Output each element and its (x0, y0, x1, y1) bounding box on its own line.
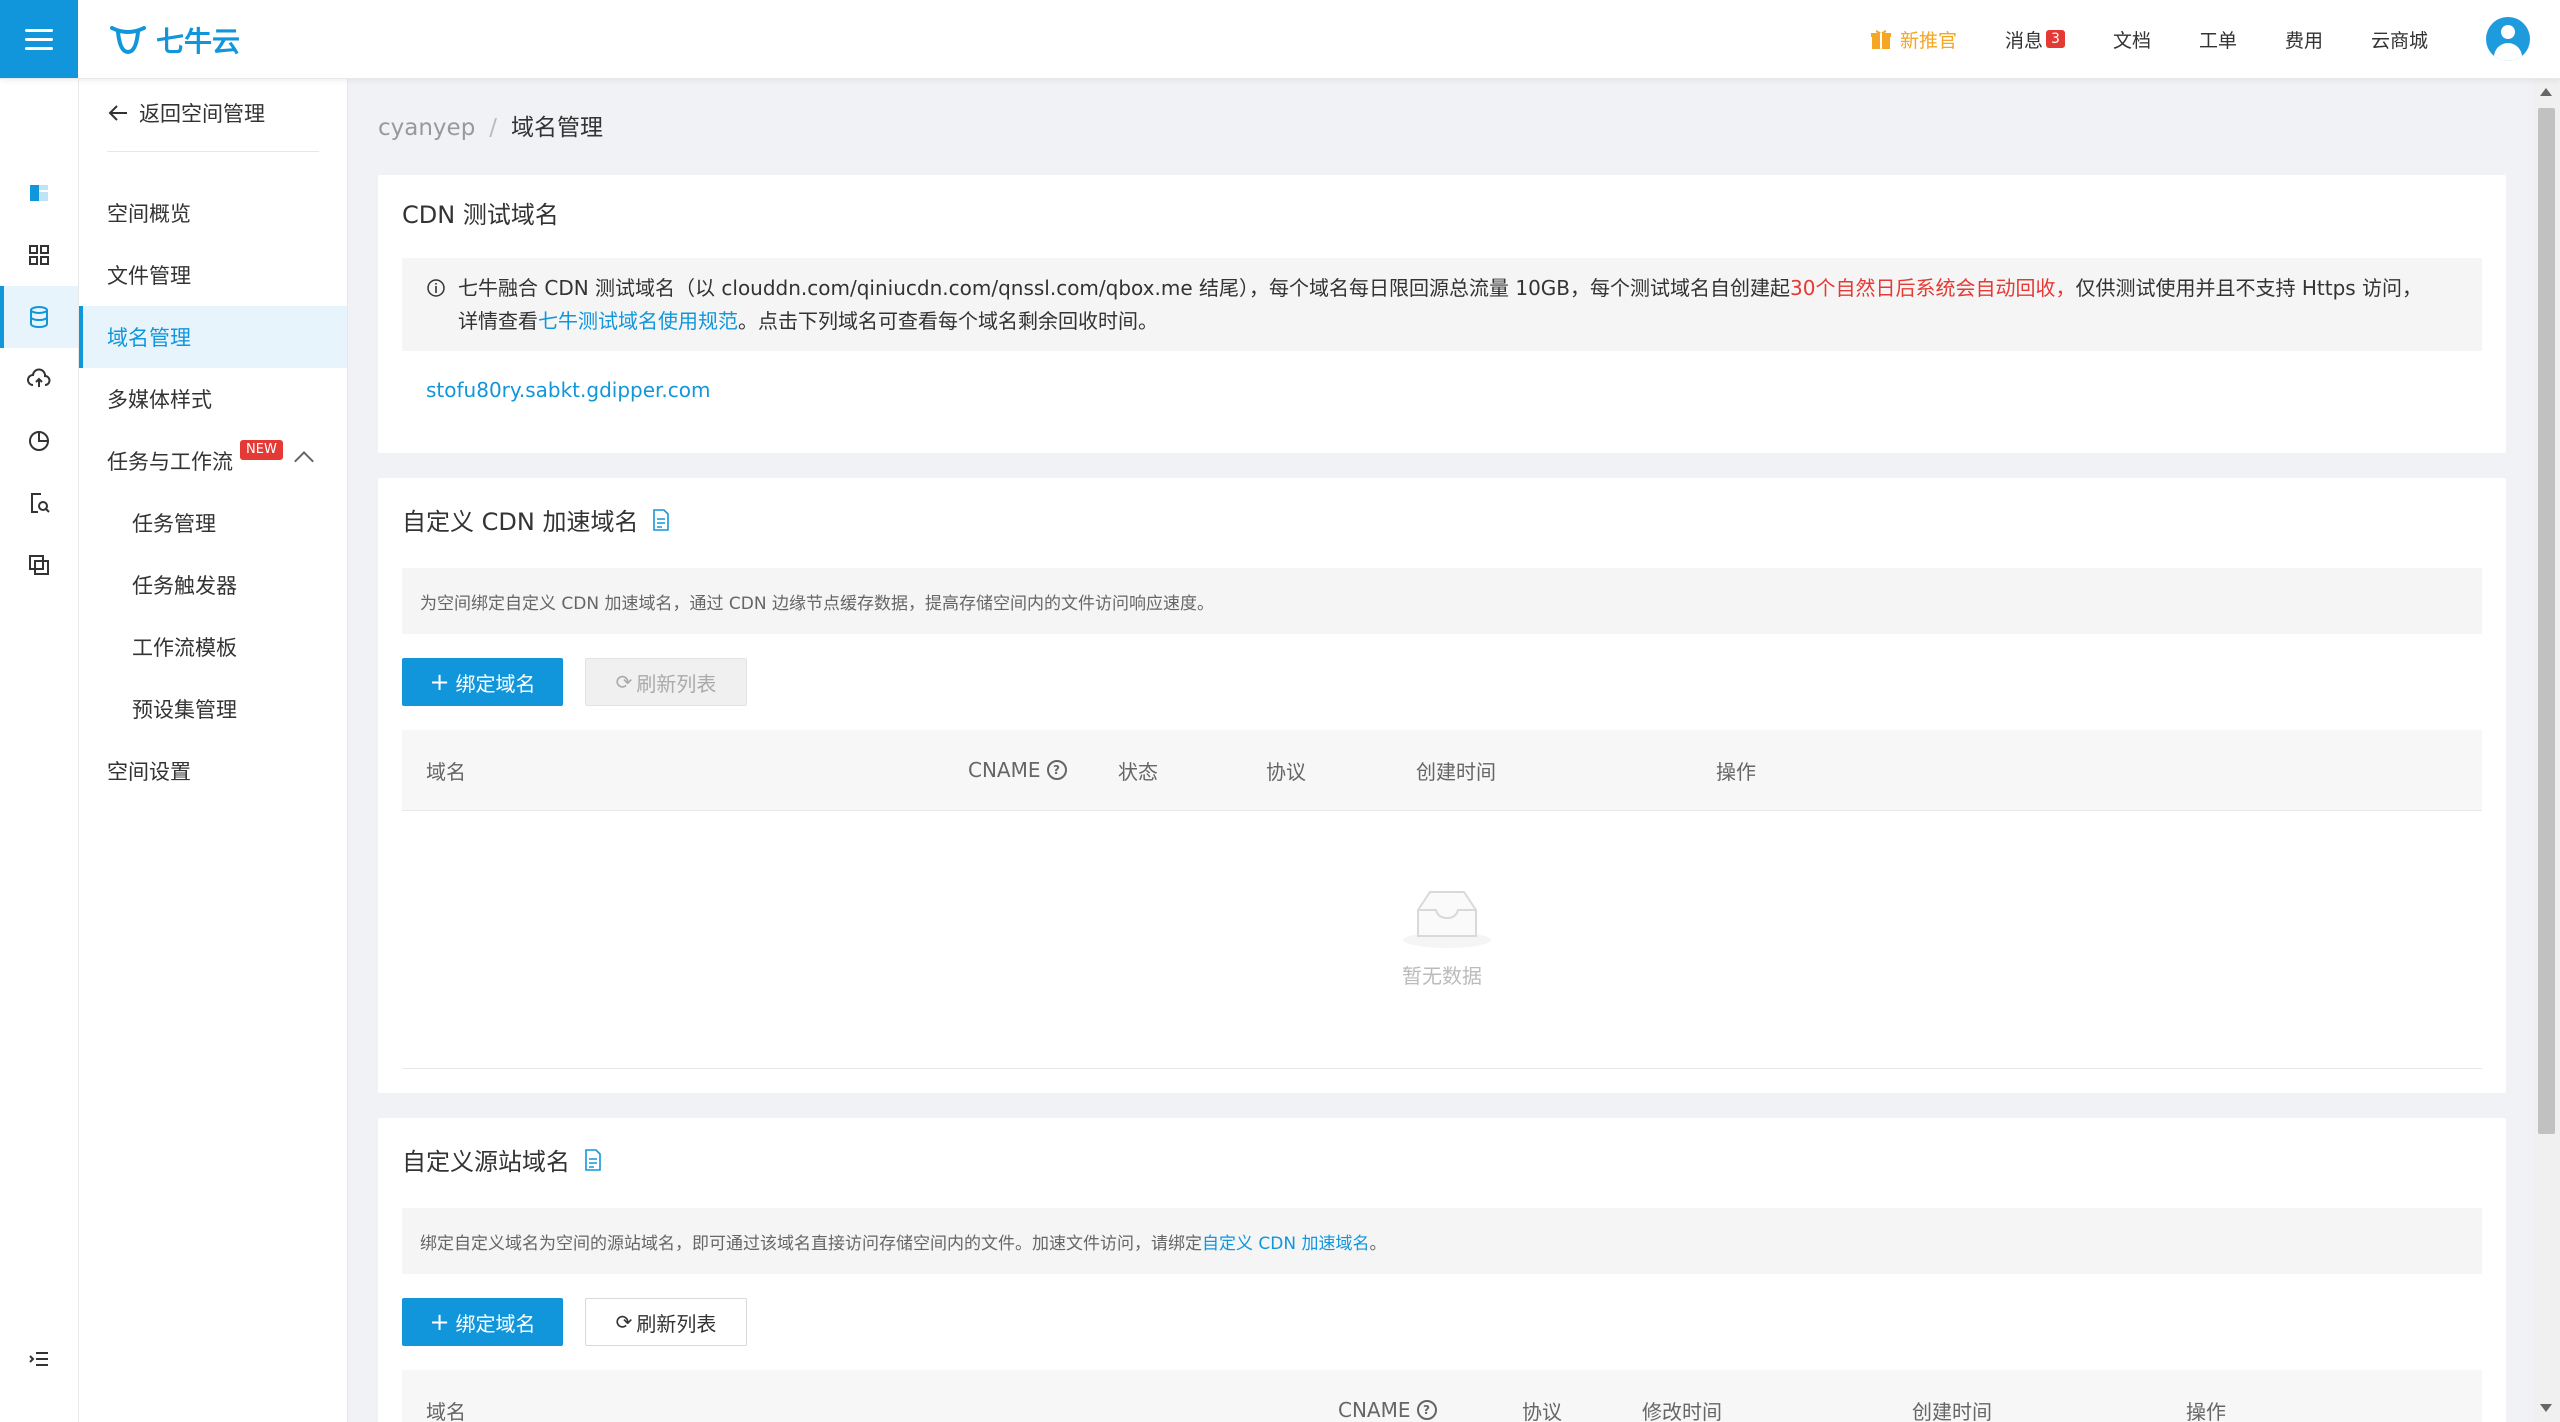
icon-rail (0, 78, 79, 1422)
storage-icon[interactable] (0, 162, 78, 224)
refresh-source-list-button[interactable]: ⟳ 刷新列表 (585, 1298, 747, 1346)
menu-item-preset-management[interactable]: 预设集管理 (79, 678, 347, 740)
menu-item-file-management[interactable]: 文件管理 (79, 244, 347, 306)
message-count-badge: 3 (2046, 30, 2065, 48)
test-domain-notice: 七牛融合 CDN 测试域名（以 clouddn.com/qiniucdn.com… (402, 258, 2482, 351)
gift-icon (1870, 30, 1891, 49)
new-badge: NEW (240, 440, 283, 460)
nav-tickets[interactable]: 工单 (2199, 26, 2237, 53)
top-header: 七牛云 新推官 消息 3 文档 工单 费用 云商城 (0, 0, 2560, 79)
col-protocol: 协议 (1266, 759, 1306, 784)
logo-text: 七牛云 (156, 25, 241, 58)
cloud-upload-icon[interactable] (0, 348, 78, 410)
space-submenu: 返回空间管理 空间概览 文件管理 域名管理 多媒体样式 任务与工作流 NEW 任… (79, 78, 348, 1422)
col-cname: CNAME? (968, 730, 1067, 810)
pie-chart-icon[interactable] (0, 410, 78, 472)
bind-domain-button[interactable]: + 绑定域名 (402, 658, 563, 706)
menu-item-task-triggers[interactable]: 任务触发器 (79, 554, 347, 616)
scroll-up-arrow-icon[interactable] (2540, 88, 2552, 96)
scrollbar-thumb[interactable] (2538, 108, 2555, 1134)
document-icon[interactable] (652, 508, 670, 531)
bind-source-domain-button[interactable]: + 绑定域名 (402, 1298, 563, 1346)
file-search-icon[interactable] (0, 472, 78, 534)
vertical-scrollbar[interactable] (2533, 78, 2560, 1422)
menu-item-media-styles[interactable]: 多媒体样式 (79, 368, 347, 430)
card-title: CDN 测试域名 (402, 201, 559, 229)
empty-text: 暂无数据 (1402, 964, 1482, 988)
menu-item-space-settings[interactable]: 空间设置 (79, 740, 347, 802)
database-icon[interactable] (0, 286, 78, 348)
menu-item-domain-management[interactable]: 域名管理 (79, 306, 347, 368)
nav-marketplace[interactable]: 云商城 (2371, 26, 2428, 53)
avatar[interactable] (2486, 17, 2530, 61)
back-to-space-management[interactable]: 返回空间管理 (107, 98, 265, 128)
divider (107, 151, 319, 152)
menu-item-task-management[interactable]: 任务管理 (79, 492, 347, 554)
col-protocol: 协议 (1522, 1399, 1562, 1422)
refresh-icon: ⟳ (615, 670, 633, 694)
menu-item-tasks-workflows[interactable]: 任务与工作流 NEW (79, 430, 347, 492)
nav-docs[interactable]: 文档 (2113, 26, 2151, 53)
menu-item-workflow-templates[interactable]: 工作流模板 (79, 616, 347, 678)
col-actions: 操作 (1716, 759, 1756, 784)
source-domain-description: 绑定自定义域名为空间的源站域名，即可通过该域名直接访问存储空间内的文件。加速文件… (402, 1208, 2482, 1274)
chevron-up-icon (294, 451, 314, 471)
scroll-down-arrow-icon[interactable] (2540, 1404, 2552, 1412)
list-collapse-icon[interactable] (0, 1328, 78, 1390)
nav-messages[interactable]: 消息 3 (2005, 26, 2065, 53)
col-modified-time: 修改时间 (1642, 1399, 1722, 1422)
col-domain: 域名 (426, 1399, 466, 1422)
document-icon[interactable] (584, 1148, 602, 1171)
cdn-domain-link[interactable]: 自定义 CDN 加速域名 (1202, 1234, 1370, 1254)
breadcrumb-current: 域名管理 (511, 115, 604, 141)
test-domain-policy-link[interactable]: 七牛测试域名使用规范 (538, 309, 738, 333)
col-domain: 域名 (426, 759, 466, 784)
source-domain-table-header: 域名 CNAME? 协议 修改时间 创建时间 操作 (402, 1370, 2482, 1422)
col-created-time: 创建时间 (1912, 1399, 1992, 1422)
nav-billing[interactable]: 费用 (2285, 26, 2323, 53)
test-domain-link[interactable]: stofu80ry.sabkt.gdipper.com (426, 378, 710, 402)
copy-icon[interactable] (0, 534, 78, 596)
info-icon (427, 279, 445, 297)
nav-promoter[interactable]: 新推官 (1870, 26, 1957, 53)
cdn-domain-description: 为空间绑定自定义 CDN 加速域名，通过 CDN 边缘节点缓存数据，提高存储空间… (402, 568, 2482, 634)
main-content: cyanyep / 域名管理 CDN 测试域名 七牛融合 CDN 测试域名（以 cl… (348, 78, 2533, 1422)
custom-cdn-domain-card: 自定义 CDN 加速域名 为空间绑定自定义 CDN 加速域名，通过 CDN 边缘… (378, 478, 2506, 1093)
empty-state: 暂无数据 (402, 810, 2482, 1069)
grid-icon[interactable] (0, 224, 78, 286)
custom-source-domain-card: 自定义源站域名 绑定自定义域名为空间的源站域名，即可通过该域名直接访问存储空间内… (378, 1118, 2506, 1422)
qiniu-logo[interactable]: 七牛云 (108, 20, 240, 60)
help-icon[interactable]: ? (1416, 1400, 1437, 1420)
refresh-icon: ⟳ (615, 1310, 633, 1334)
qiniu-logo-icon (110, 26, 146, 55)
plus-icon: + (429, 668, 450, 696)
col-status: 状态 (1118, 759, 1158, 784)
top-nav: 新推官 消息 3 文档 工单 费用 云商城 (1822, 0, 2560, 78)
col-created-time: 创建时间 (1416, 759, 1496, 784)
cdn-domain-table-header: 域名 CNAME? 状态 协议 创建时间 操作 (402, 730, 2482, 811)
hamburger-icon (25, 28, 53, 32)
help-icon[interactable]: ? (1046, 760, 1067, 780)
breadcrumb-root[interactable]: cyanyep (378, 115, 475, 141)
breadcrumb: cyanyep / 域名管理 (378, 115, 604, 141)
refresh-list-button[interactable]: ⟳ 刷新列表 (585, 658, 747, 706)
menu-item-space-overview[interactable]: 空间概览 (79, 182, 347, 244)
cdn-test-domain-card: CDN 测试域名 七牛融合 CDN 测试域名（以 clouddn.com/qin… (378, 175, 2506, 453)
col-actions: 操作 (2186, 1399, 2226, 1422)
menu-toggle-button[interactable] (0, 0, 78, 78)
plus-icon: + (429, 1308, 450, 1336)
empty-inbox-icon (1403, 891, 1491, 948)
col-cname: CNAME? (1338, 1370, 1437, 1422)
arrow-left-icon (108, 105, 127, 121)
